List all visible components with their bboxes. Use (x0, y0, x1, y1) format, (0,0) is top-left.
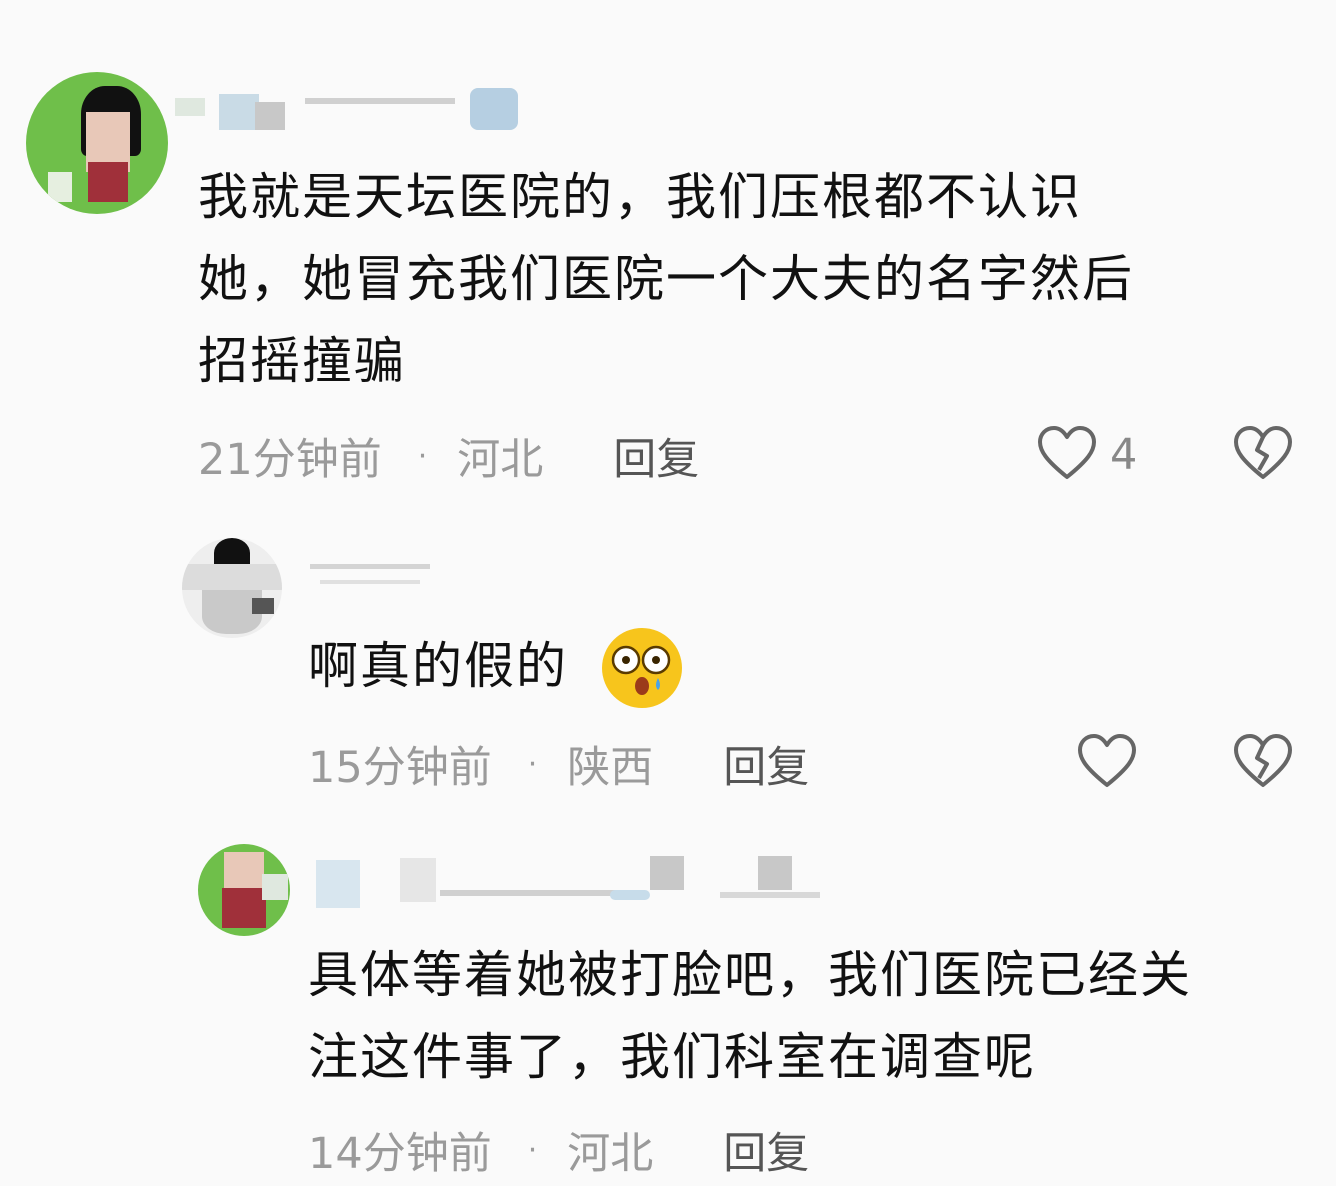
comment-item: 我就是天坛医院的，我们压根都不认识 她，她冒充我们医院一个大夫的名字然后 招摇撞… (0, 0, 1336, 520)
comment-text: 具体等着她被打脸吧，我们医院已经关 注这件事了，我们科室在调查呢 (308, 934, 1192, 1098)
separator-dot: · (527, 746, 538, 782)
comment-text-line: 招摇撞骗 (198, 332, 406, 390)
separator-dot: · (417, 438, 428, 474)
comment-item: 具体等着她被打脸吧，我们医院已经关 注这件事了，我们科室在调查呢 14分钟前 ·… (0, 830, 1336, 1186)
comment-meta: 14分钟前 · 河北 回复 (308, 1120, 809, 1180)
flushed-face-emoji-icon (602, 628, 682, 708)
comment-text-line: 注这件事了，我们科室在调查呢 (308, 1028, 1036, 1086)
comment-text: 我就是天坛医院的，我们压根都不认识 她，她冒充我们医院一个大夫的名字然后 招摇撞… (198, 156, 1134, 402)
comment-text-line: 啊真的假的 (308, 637, 568, 695)
comment-time: 21分钟前 (198, 435, 382, 485)
comment-time: 14分钟前 (308, 1129, 492, 1179)
comment-time: 15分钟前 (308, 743, 492, 793)
comment-text-line: 她，她冒充我们医院一个大夫的名字然后 (198, 250, 1134, 308)
comment-item: 啊真的假的 15分钟前 · 陕西 回复 (0, 520, 1336, 820)
broken-heart-icon[interactable] (1232, 424, 1294, 482)
reply-button[interactable]: 回复 (723, 733, 809, 795)
heart-icon[interactable] (1076, 732, 1138, 790)
comment-meta: 21分钟前 · 河北 回复 (198, 426, 699, 486)
avatar[interactable] (182, 538, 282, 638)
comment-text-line: 我就是天坛医院的，我们压根都不认识 (198, 168, 1082, 226)
comment-location: 陕西 (567, 743, 654, 793)
like-count: 4 (1110, 430, 1138, 480)
comment-text: 啊真的假的 (308, 625, 568, 707)
avatar[interactable] (198, 844, 290, 936)
broken-heart-icon[interactable] (1232, 732, 1294, 790)
comment-location: 河北 (457, 435, 544, 485)
heart-icon[interactable] (1036, 424, 1098, 482)
comment-meta: 15分钟前 · 陕西 回复 (308, 734, 809, 794)
reply-button[interactable]: 回复 (613, 425, 699, 487)
separator-dot: · (527, 1132, 538, 1168)
username-blurred[interactable] (300, 550, 450, 590)
reply-button[interactable]: 回复 (723, 1119, 809, 1181)
comment-location: 河北 (567, 1129, 654, 1179)
avatar[interactable] (26, 72, 168, 214)
username-blurred[interactable] (175, 80, 525, 130)
username-blurred[interactable] (310, 856, 830, 908)
comment-text-line: 具体等着她被打脸吧，我们医院已经关 (308, 946, 1192, 1004)
